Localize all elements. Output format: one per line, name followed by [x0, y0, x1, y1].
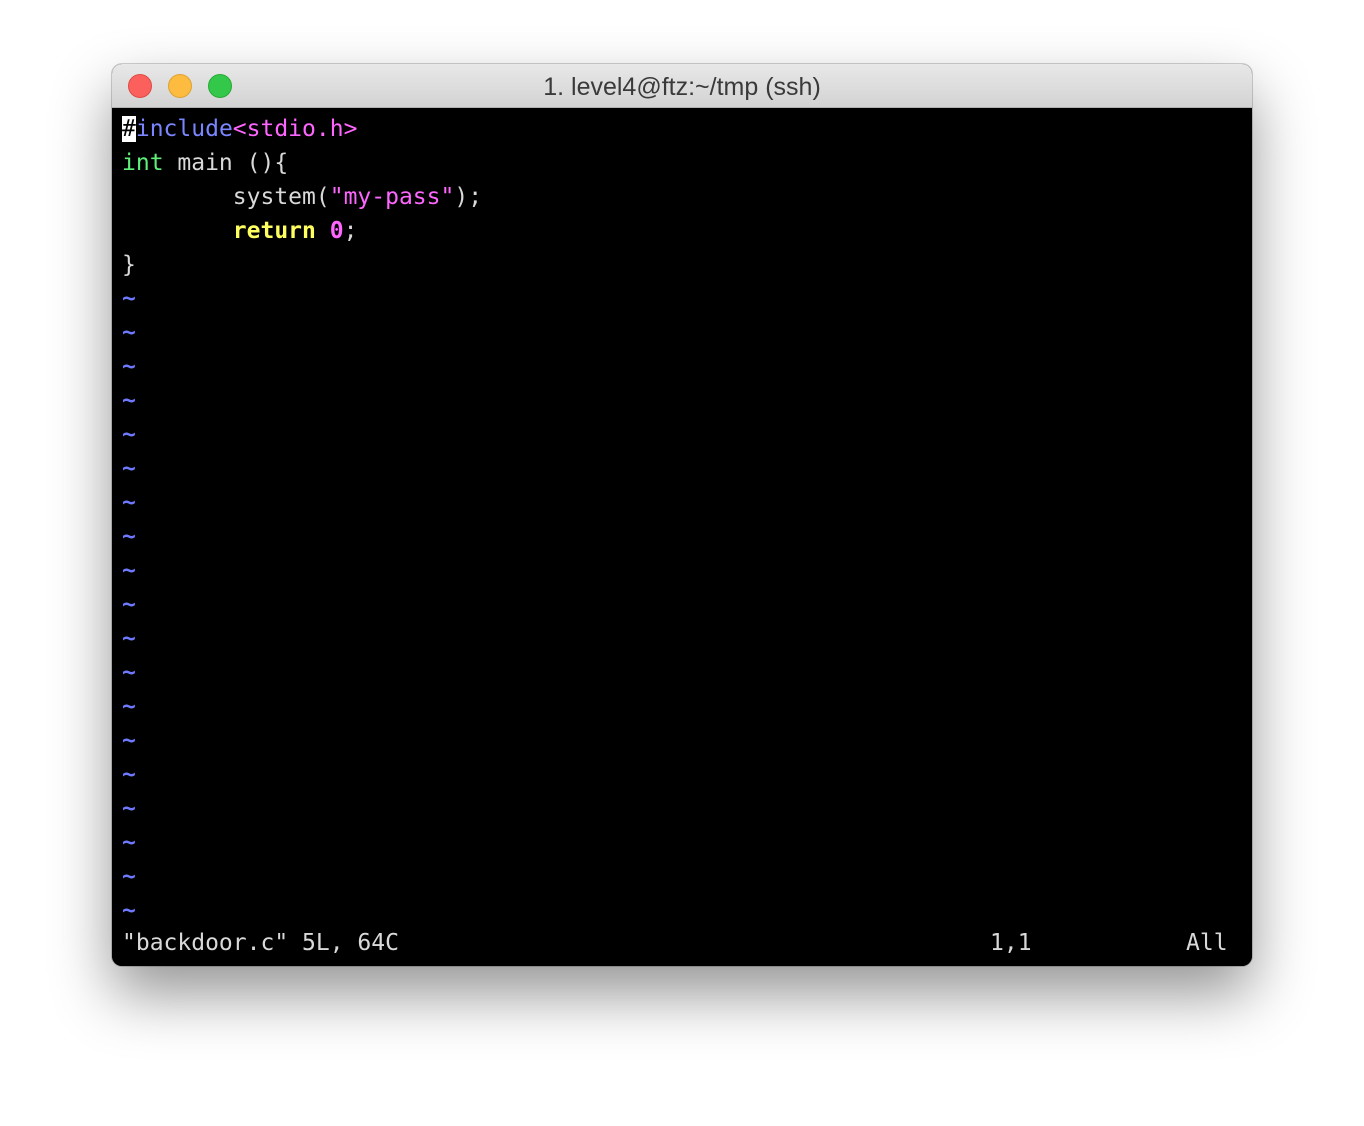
- empty-line-marker: ~: [122, 694, 136, 720]
- vim-editor-area[interactable]: "backdoor.c" 5L, 64C 1,1 All #include<st…: [112, 108, 1252, 966]
- status-cursor-position: 1,1: [990, 930, 1032, 956]
- code-token: }: [122, 252, 136, 278]
- empty-line-marker: ~: [122, 728, 136, 754]
- code-token: main (){: [163, 150, 289, 176]
- empty-line-marker: ~: [122, 660, 136, 686]
- code-token: ;: [343, 218, 358, 244]
- code-token: return: [232, 218, 316, 244]
- text-cursor: #: [122, 116, 136, 142]
- code-line: system("my-pass");: [122, 180, 482, 214]
- empty-line-marker: ~: [122, 796, 136, 822]
- empty-line-marker: ~: [122, 354, 136, 380]
- code-token: system(: [122, 184, 330, 210]
- empty-line-marker: ~: [122, 490, 136, 516]
- empty-line-marker: ~: [122, 456, 136, 482]
- empty-line-marker: ~: [122, 320, 136, 346]
- code-line: }: [122, 248, 136, 282]
- empty-line-marker: ~: [122, 898, 136, 924]
- code-token: "my-pass": [329, 184, 455, 210]
- status-file-info: "backdoor.c" 5L, 64C: [122, 930, 399, 956]
- empty-line-marker: ~: [122, 592, 136, 618]
- empty-line-marker: ~: [122, 864, 136, 890]
- empty-line-marker: ~: [122, 286, 136, 312]
- code-line: int main (){: [122, 146, 288, 180]
- empty-line-marker: ~: [122, 762, 136, 788]
- code-line: return 0;: [122, 214, 358, 248]
- status-scroll-position: All: [1186, 930, 1228, 956]
- empty-line-marker: ~: [122, 388, 136, 414]
- code-line: #include<stdio.h>: [122, 112, 357, 146]
- empty-line-marker: ~: [122, 422, 136, 448]
- empty-line-marker: ~: [122, 830, 136, 856]
- code-token: int: [122, 150, 164, 176]
- empty-line-marker: ~: [122, 626, 136, 652]
- title-bar[interactable]: 1. level4@ftz:~/tmp (ssh): [112, 64, 1252, 108]
- code-token: <stdio.h>: [232, 116, 358, 142]
- empty-line-marker: ~: [122, 558, 136, 584]
- window-title: 1. level4@ftz:~/tmp (ssh): [543, 73, 821, 101]
- empty-line-marker: ~: [122, 524, 136, 550]
- code-token: 0: [329, 218, 344, 244]
- code-token: );: [454, 184, 483, 210]
- code-token: include: [135, 116, 233, 142]
- terminal-window: 1. level4@ftz:~/tmp (ssh) "backdoor.c" 5…: [112, 64, 1252, 966]
